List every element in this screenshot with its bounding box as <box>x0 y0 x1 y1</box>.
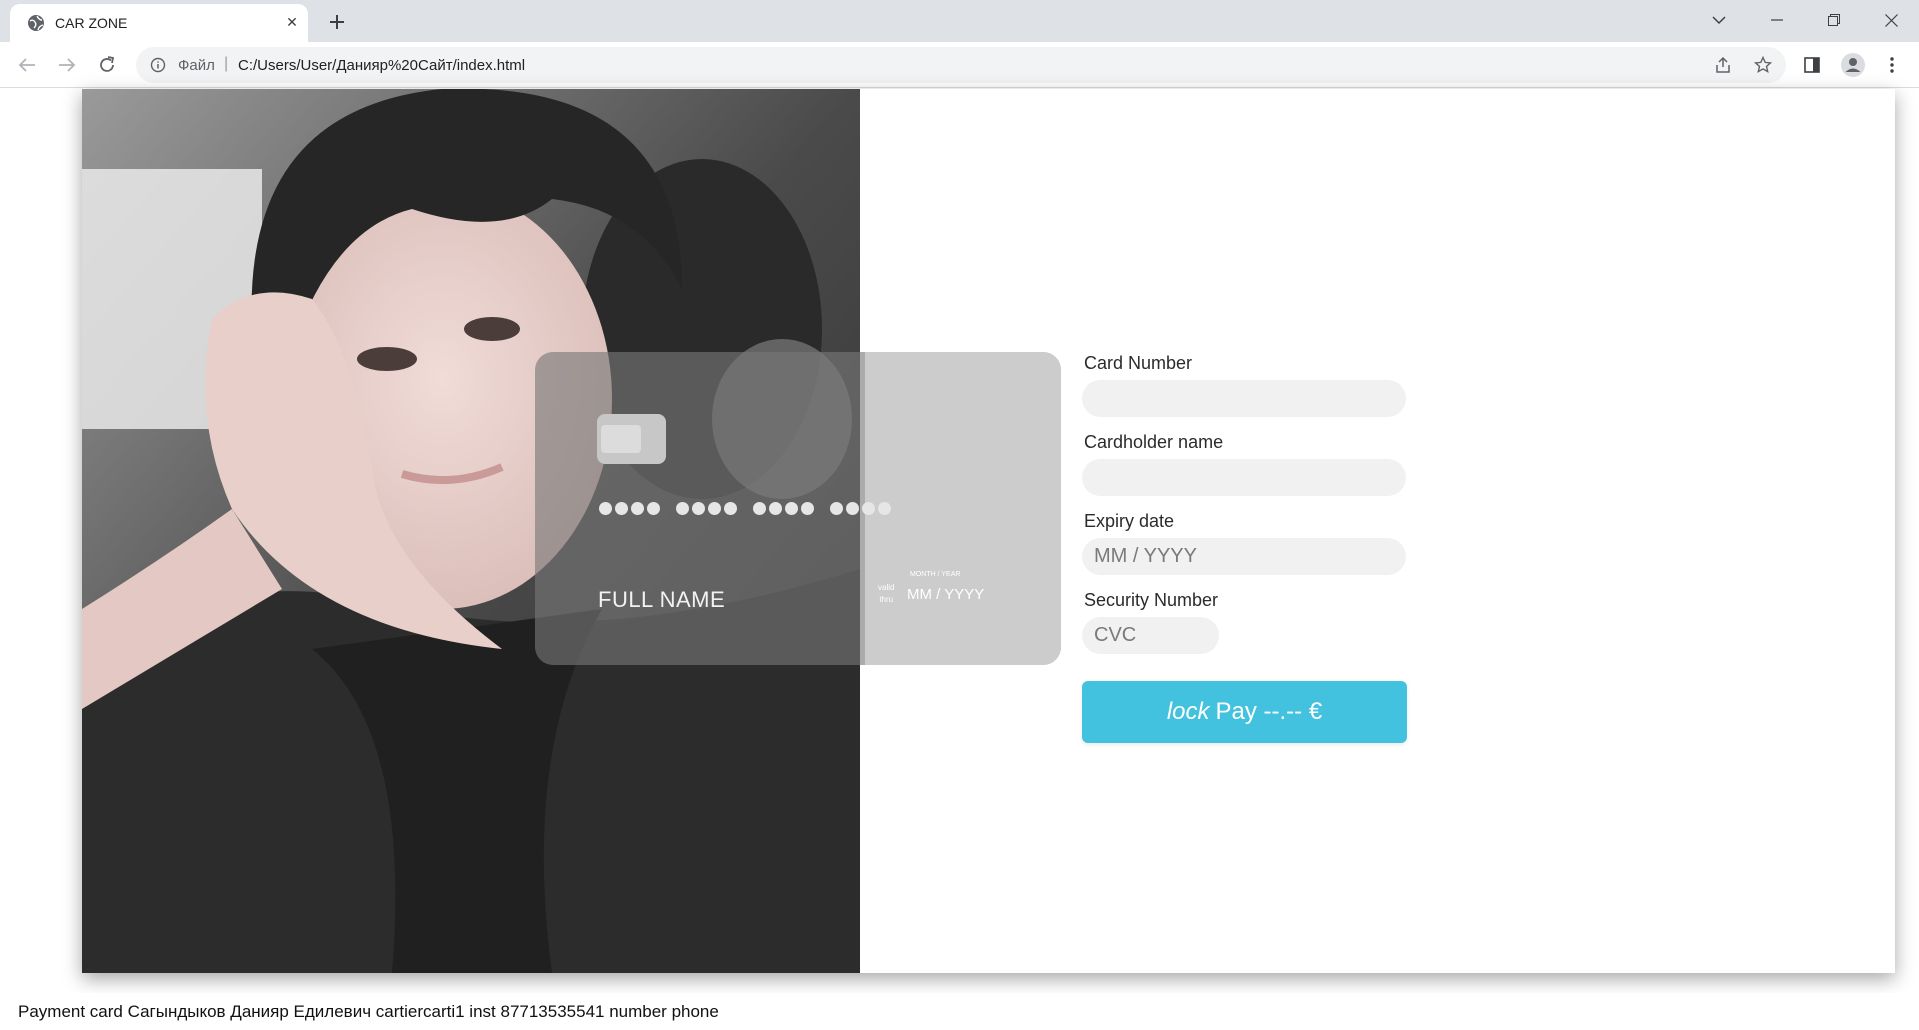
kebab-menu-icon[interactable] <box>1880 53 1904 77</box>
card-holder-name: FULL NAME <box>598 587 726 612</box>
url-text[interactable]: C:/Users/User/Данияр%20Сайт/index.html <box>238 57 525 74</box>
minimize-icon[interactable] <box>1754 0 1800 40</box>
payment-page: FULL NAME valid thru MONTH / YEAR MM / Y… <box>82 89 1895 973</box>
payment-form: Card Number Cardholder name Expiry date … <box>1082 352 1412 743</box>
browser-tab[interactable]: CAR ZONE ✕ <box>10 4 308 42</box>
profile-icon[interactable] <box>1841 53 1865 77</box>
expiry-input[interactable] <box>1082 538 1406 575</box>
card-back-panel <box>865 352 1061 665</box>
footer-text: Payment card Сагындыков Данияр Едилевич … <box>18 1002 719 1021</box>
card-expiry: MM / YYYY <box>907 586 985 603</box>
browser-toolbar: Файл | C:/Users/User/Данияр%20Сайт/index… <box>0 42 1919 88</box>
card-number-label: Card Number <box>1084 353 1193 373</box>
pay-button[interactable]: lock Pay --.-- € <box>1082 681 1407 743</box>
page-footer: Payment card Сагындыков Данияр Едилевич … <box>0 993 1919 1030</box>
valid-thru-label: valid thru <box>878 582 894 606</box>
share-icon[interactable] <box>1713 55 1733 75</box>
card-chip-icon <box>597 414 666 464</box>
restore-icon[interactable] <box>1811 0 1857 40</box>
tab-strip: CAR ZONE ✕ <box>0 0 1919 42</box>
side-panel-icon[interactable] <box>1800 53 1824 77</box>
scheme-label: Файл <box>178 57 215 74</box>
page-viewport: FULL NAME valid thru MONTH / YEAR MM / Y… <box>0 89 1919 1030</box>
valid-thru-line-2: thru <box>879 595 894 604</box>
globe-icon <box>28 15 44 31</box>
expiry-label: Expiry date <box>1084 511 1175 531</box>
credit-card-preview: FULL NAME valid thru MONTH / YEAR MM / Y… <box>535 352 1061 665</box>
plus-icon[interactable] <box>324 9 350 35</box>
star-icon[interactable] <box>1753 55 1773 75</box>
valid-thru-line-1: valid <box>878 583 895 592</box>
tab-title: CAR ZONE <box>55 15 128 31</box>
close-tab-icon[interactable]: ✕ <box>282 12 302 32</box>
security-label: Security Number <box>1084 590 1219 610</box>
tab-search-chevron-icon[interactable] <box>1696 0 1742 40</box>
cardholder-input[interactable] <box>1082 459 1406 496</box>
close-window-icon[interactable] <box>1868 0 1914 40</box>
arrow-left-icon[interactable] <box>13 51 41 79</box>
pay-lock-text: lock <box>1166 698 1210 725</box>
scheme-separator: | <box>224 55 229 72</box>
reload-icon[interactable] <box>93 51 121 79</box>
pay-amount-text: Pay --.-- € <box>1215 698 1323 725</box>
card-number-input[interactable] <box>1082 380 1406 417</box>
info-icon[interactable] <box>150 57 166 73</box>
cardholder-label: Cardholder name <box>1084 432 1224 452</box>
cvc-input[interactable] <box>1082 617 1219 654</box>
address-bar[interactable]: Файл | C:/Users/User/Данияр%20Сайт/index… <box>136 47 1786 83</box>
month-year-label: MONTH / YEAR <box>910 571 961 578</box>
card-number-mask <box>599 502 891 515</box>
arrow-right-icon[interactable] <box>53 51 81 79</box>
